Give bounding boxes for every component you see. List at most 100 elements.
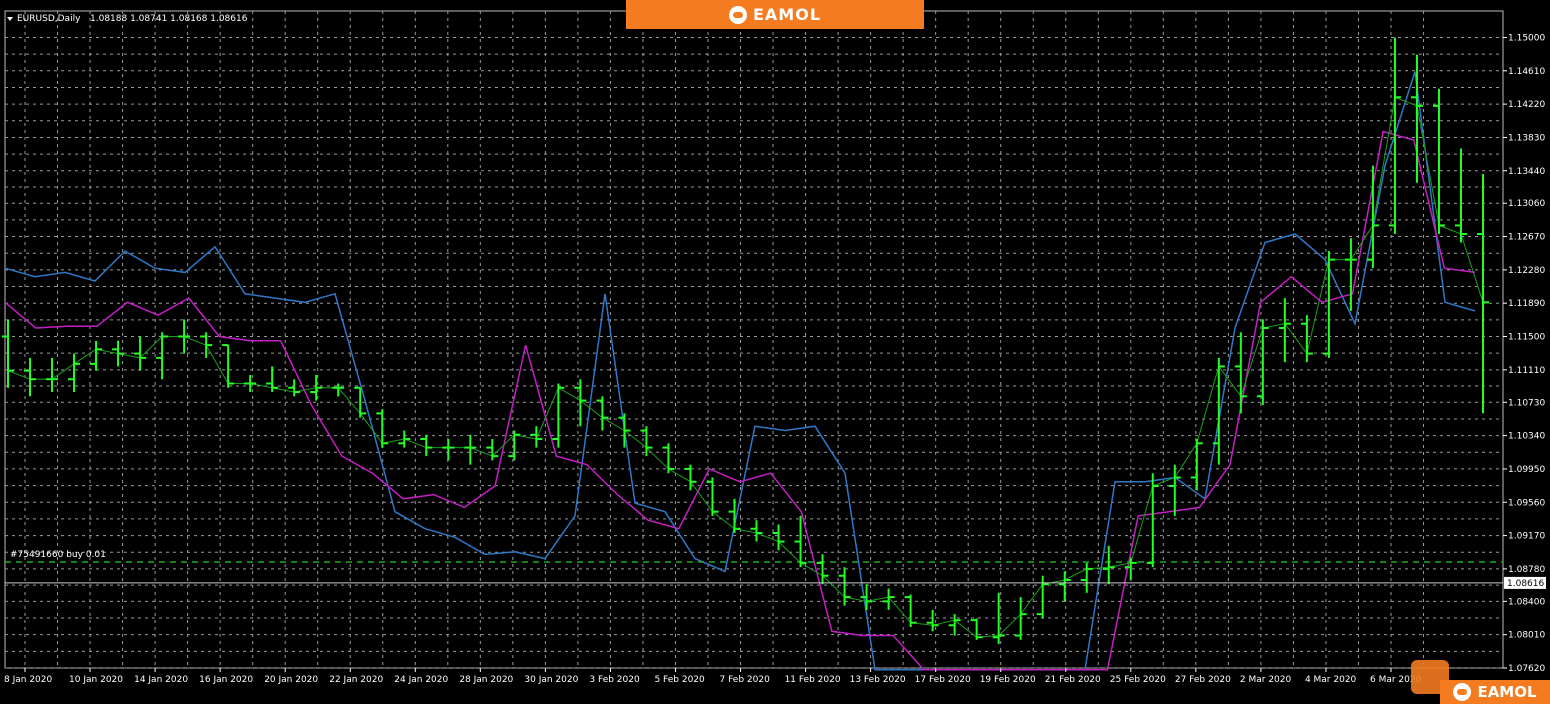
y-tick-label: 1.11500 — [1508, 333, 1545, 343]
ohlc-bar[interactable] — [596, 396, 609, 431]
y-tick-label: 1.08010 — [1508, 631, 1545, 641]
x-tick-label: 30 Jan 2020 — [524, 675, 578, 685]
ohlc-bar[interactable] — [156, 332, 169, 380]
ohlc-bar[interactable] — [882, 588, 895, 610]
ohlc-bar[interactable] — [1256, 319, 1269, 405]
x-tick-label: 14 Jan 2020 — [134, 675, 188, 685]
y-tick-label: 1.14220 — [1508, 100, 1545, 110]
ohlc-bar[interactable] — [222, 344, 235, 388]
ohlc-bar[interactable] — [970, 618, 983, 640]
chart-grid — [4, 10, 1504, 669]
ohlc-bar[interactable] — [310, 374, 323, 401]
brand-banner: EAMOL — [626, 0, 924, 29]
ohlc-bar[interactable] — [288, 379, 301, 397]
y-tick-label: 1.09170 — [1508, 532, 1545, 542]
x-tick-label: 16 Jan 2020 — [199, 675, 253, 685]
ohlc-bar[interactable] — [1477, 174, 1489, 414]
ohlc-bar[interactable] — [398, 430, 411, 448]
x-tick-label: 2 Mar 2020 — [1240, 675, 1292, 685]
y-tick-label: 1.15000 — [1508, 33, 1545, 43]
x-tick-label: 13 Feb 2020 — [850, 675, 906, 685]
x-tick-label: 24 Jan 2020 — [394, 675, 448, 685]
ohlc-bar[interactable] — [1058, 571, 1071, 602]
robot-logo-icon — [1453, 683, 1472, 701]
moving-average-line — [7, 96, 1484, 638]
collapse-triangle-icon[interactable] — [7, 17, 13, 21]
ohlc-bar[interactable] — [1212, 357, 1225, 465]
y-tick-label: 1.13060 — [1508, 199, 1545, 209]
ohlc-bar[interactable] — [442, 439, 455, 461]
ohlc-values: 1.08188 1.08741 1.08168 1.08616 — [90, 14, 248, 24]
ohlc-bar[interactable] — [1344, 238, 1357, 311]
ohlc-bar[interactable] — [1454, 148, 1467, 243]
y-tick-label: 1.10730 — [1508, 398, 1545, 408]
brand-name-corner: EAMOL — [1477, 683, 1537, 701]
robot-logo-icon — [728, 5, 747, 24]
ohlc-bar[interactable] — [90, 340, 103, 371]
x-tick-label: 25 Feb 2020 — [1110, 675, 1166, 685]
y-tick-label: 1.14610 — [1508, 67, 1545, 77]
symbol-label: EURUSD,Daily — [17, 14, 81, 24]
chart-canvas[interactable]: #75491660 buy 0.01 1.08616 1.15000 1.1461… — [0, 0, 1550, 704]
x-tick-label: 20 Jan 2020 — [264, 675, 318, 685]
ohlc-bar[interactable] — [1322, 251, 1335, 358]
ohlc-bar[interactable] — [1234, 332, 1247, 414]
ohlc-bar[interactable] — [1080, 562, 1093, 593]
x-tick-label: 22 Jan 2020 — [329, 675, 383, 685]
ohlc-bar[interactable] — [574, 379, 587, 427]
y-tick-label: 1.08400 — [1508, 597, 1545, 607]
x-tick-label: 4 Mar 2020 — [1305, 675, 1357, 685]
order-label: #75491660 buy 0.01 — [10, 550, 106, 560]
y-tick-label: 1.12670 — [1508, 233, 1545, 243]
ohlc-bar[interactable] — [838, 567, 851, 606]
y-tick-label: 1.11110 — [1508, 366, 1545, 376]
indicator-series-2 — [4, 130, 1476, 671]
ohlc-bar[interactable] — [266, 366, 279, 393]
y-tick-label: 1.12280 — [1508, 266, 1545, 276]
current-price-group: 1.08616 — [5, 576, 1546, 589]
ohlc-bar[interactable] — [750, 520, 763, 542]
x-tick-label: 7 Feb 2020 — [720, 675, 771, 685]
ohlc-bar[interactable] — [1300, 315, 1313, 363]
indicator-series-1 — [4, 71, 1476, 671]
ohlc-bar[interactable] — [948, 614, 961, 636]
x-tick-label: 17 Feb 2020 — [915, 675, 971, 685]
ohlc-bars — [2, 37, 1489, 645]
ohlc-bar[interactable] — [486, 439, 499, 461]
x-tick-label: 3 Feb 2020 — [589, 675, 640, 685]
ohlc-bar[interactable] — [1168, 464, 1181, 516]
y-tick-label: 1.07620 — [1508, 664, 1545, 674]
x-tick-label: 5 Feb 2020 — [654, 675, 705, 685]
ohlc-bar[interactable] — [904, 594, 917, 627]
current-price-label: 1.08616 — [1507, 579, 1544, 589]
y-tick-label: 1.11890 — [1508, 299, 1545, 309]
ohlc-bar[interactable] — [552, 383, 565, 448]
ohlc-bar[interactable] — [684, 464, 697, 491]
price-chart[interactable]: #75491660 buy 0.01 1.08616 1.15000 1.1461… — [0, 0, 1550, 704]
plot-frame — [4, 10, 1504, 669]
y-tick-label: 1.09950 — [1508, 465, 1545, 475]
brand-name: EAMOL — [752, 5, 822, 24]
x-tick-label: 11 Feb 2020 — [785, 675, 841, 685]
brand-watermark: EAMOL — [1440, 680, 1550, 704]
ohlc-bar[interactable] — [376, 409, 389, 448]
ohlc-bar[interactable] — [46, 357, 59, 393]
x-tick-label: 21 Feb 2020 — [1045, 675, 1101, 685]
x-tick-label: 27 Feb 2020 — [1175, 675, 1231, 685]
ohlc-bar[interactable] — [1036, 575, 1049, 619]
ohlc-bar[interactable] — [1146, 473, 1159, 568]
y-tick-label: 1.09560 — [1508, 498, 1545, 508]
ohlc-bar[interactable] — [178, 319, 191, 354]
x-tick-label: 19 Feb 2020 — [980, 675, 1036, 685]
ohlc-bar[interactable] — [244, 374, 257, 393]
y-tick-label: 1.10340 — [1508, 432, 1545, 442]
x-tick-label: 10 Jan 2020 — [69, 675, 123, 685]
ohlc-bar[interactable] — [508, 430, 521, 461]
y-tick-label: 1.13830 — [1508, 133, 1545, 143]
chart-header: EURUSD,Daily 1.08188 1.08741 1.08168 1.0… — [7, 14, 248, 24]
ohlc-bar[interactable] — [332, 383, 345, 397]
x-tick-label: 28 Jan 2020 — [459, 675, 513, 685]
ohlc-bar[interactable] — [1190, 439, 1203, 491]
ohlc-bar[interactable] — [926, 609, 939, 632]
ohlc-bar[interactable] — [1432, 88, 1445, 234]
